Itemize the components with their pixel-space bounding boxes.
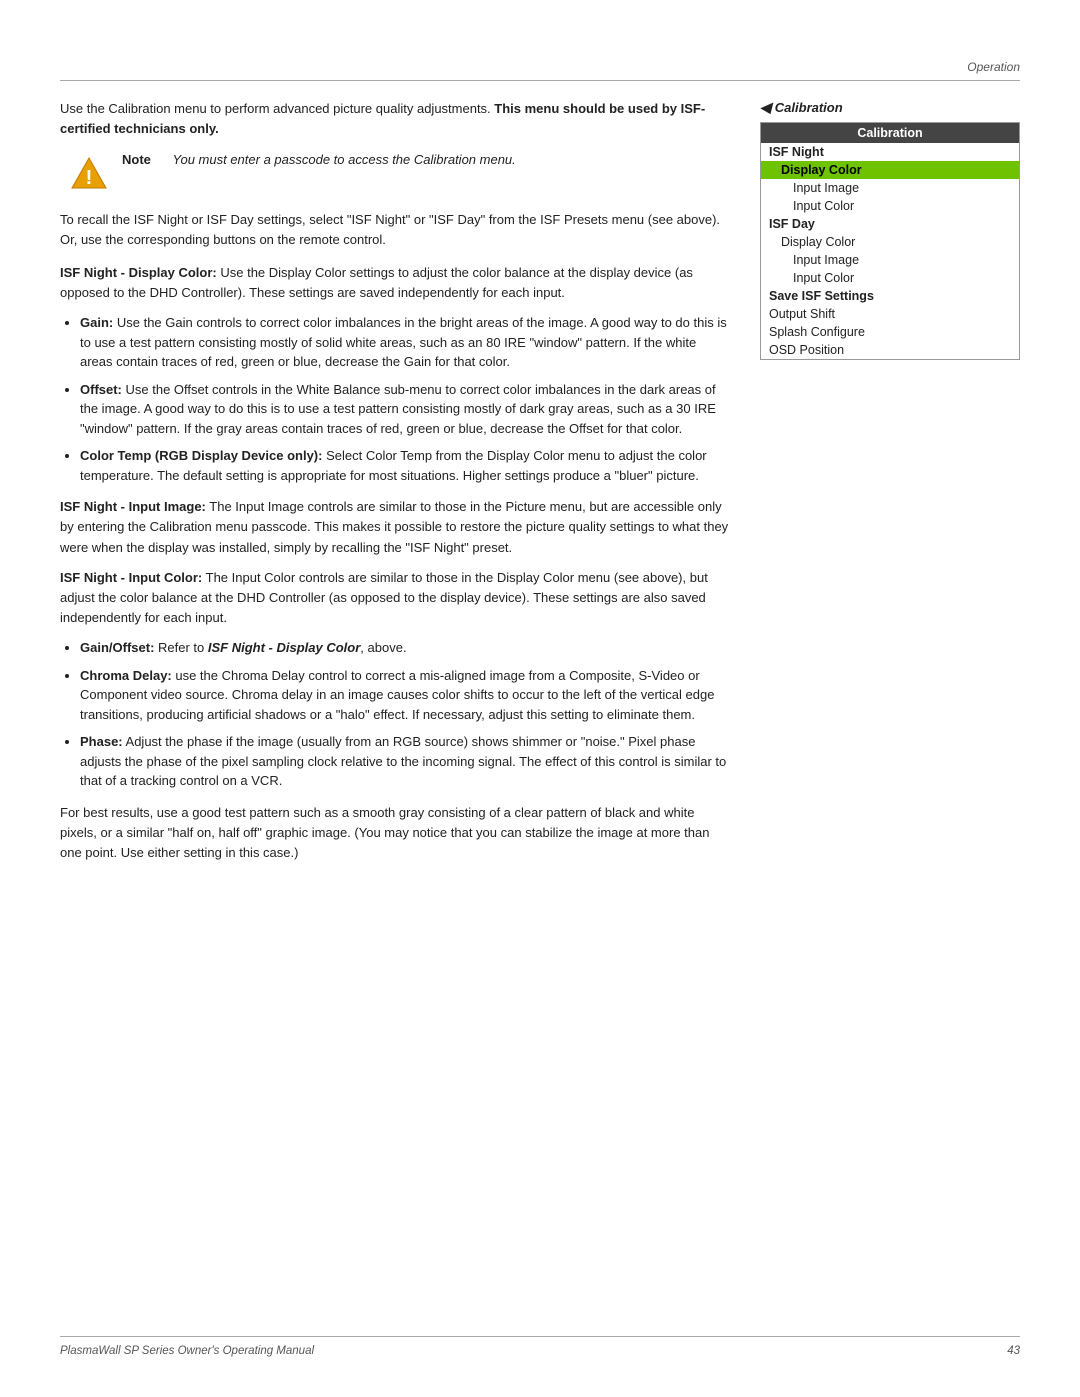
isf-night-display-color-title: ISF Night - Display Color: bbox=[60, 265, 217, 280]
input-color-bullet-list: Gain/Offset: Refer to ISF Night - Displa… bbox=[80, 638, 730, 791]
intro-paragraph: Use the Calibration menu to perform adva… bbox=[60, 99, 730, 138]
menu-item-save-isf-label: Save ISF Settings bbox=[769, 289, 874, 303]
bullet-gain-offset-label: Gain/Offset: bbox=[80, 640, 154, 655]
section-header: Operation bbox=[60, 60, 1020, 74]
menu-item-splash-configure-label: Splash Configure bbox=[769, 325, 865, 339]
note-label-area: Note You must enter a passcode to access… bbox=[122, 152, 516, 167]
page: Operation Use the Calibration menu to pe… bbox=[0, 0, 1080, 1397]
menu-item-osd-position-label: OSD Position bbox=[769, 343, 844, 357]
menu-item-isf-night-label: ISF Night bbox=[769, 145, 824, 159]
warning-icon: ! bbox=[70, 154, 108, 192]
menu-title-text: Calibration bbox=[857, 126, 922, 140]
bullet-gain-label: Gain: bbox=[80, 315, 113, 330]
bullet-color-temp: Color Temp (RGB Display Device only): Se… bbox=[80, 446, 730, 485]
bullet-chroma-delay-text: use the Chroma Delay control to correct … bbox=[80, 668, 714, 722]
calibration-back-label: ◀ Calibration bbox=[760, 99, 1020, 116]
footer-page-number: 43 bbox=[1007, 1345, 1020, 1357]
display-color-bullet-list: Gain: Use the Gain controls to correct c… bbox=[80, 313, 730, 485]
intro-text-normal: Use the Calibration menu to perform adva… bbox=[60, 101, 494, 116]
footer-left-text: PlasmaWall SP Series Owner's Operating M… bbox=[60, 1345, 314, 1357]
recall-text: To recall the ISF Night or ISF Day setti… bbox=[60, 212, 720, 247]
top-rule bbox=[60, 80, 1020, 81]
menu-item-save-isf[interactable]: Save ISF Settings bbox=[761, 287, 1019, 305]
menu-item-output-shift[interactable]: Output Shift bbox=[761, 305, 1019, 323]
menu-item-input-color-night-label: Input Color bbox=[793, 199, 854, 213]
menu-item-osd-position[interactable]: OSD Position bbox=[761, 341, 1019, 359]
isf-night-input-image-title: ISF Night - Input Image: bbox=[60, 499, 206, 514]
menu-item-input-image-day[interactable]: Input Image bbox=[761, 251, 1019, 269]
bullet-gain-text: Use the Gain controls to correct color i… bbox=[80, 315, 727, 369]
svg-text:!: ! bbox=[86, 167, 93, 189]
bullet-phase-text: Adjust the phase if the image (usually f… bbox=[80, 734, 726, 788]
menu-item-display-color-day-label: Display Color bbox=[781, 235, 855, 249]
header-section-label: Operation bbox=[967, 60, 1020, 74]
bullet-phase: Phase: Adjust the phase if the image (us… bbox=[80, 732, 730, 791]
menu-item-isf-day[interactable]: ISF Day bbox=[761, 215, 1019, 233]
bullet-gain-offset-ref: ISF Night - Display Color bbox=[208, 640, 360, 655]
bullet-gain-offset-text2: , above. bbox=[360, 640, 406, 655]
isf-night-input-image-para: ISF Night - Input Image: The Input Image… bbox=[60, 497, 730, 557]
menu-item-isf-day-label: ISF Day bbox=[769, 217, 815, 231]
calibration-sidebar-title: Calibration bbox=[775, 100, 843, 115]
menu-item-display-color-night-label: Display Color bbox=[781, 163, 862, 177]
content-area: Use the Calibration menu to perform adva… bbox=[60, 99, 1020, 873]
bullet-gain: Gain: Use the Gain controls to correct c… bbox=[80, 313, 730, 372]
sidebar-column: ◀ Calibration Calibration ISF Night Disp… bbox=[760, 99, 1020, 873]
note-label: Note bbox=[122, 152, 151, 167]
bullet-gain-offset: Gain/Offset: Refer to ISF Night - Displa… bbox=[80, 638, 730, 658]
menu-item-input-color-night[interactable]: Input Color bbox=[761, 197, 1019, 215]
note-text: You must enter a passcode to access the … bbox=[173, 152, 516, 167]
page-footer: PlasmaWall SP Series Owner's Operating M… bbox=[60, 1336, 1020, 1357]
menu-item-output-shift-label: Output Shift bbox=[769, 307, 835, 321]
menu-item-input-color-day[interactable]: Input Color bbox=[761, 269, 1019, 287]
menu-item-display-color-night[interactable]: Display Color bbox=[761, 161, 1019, 179]
menu-item-input-color-day-label: Input Color bbox=[793, 271, 854, 285]
note-box: ! Note You must enter a passcode to acce… bbox=[70, 152, 730, 192]
isf-night-display-color-para: ISF Night - Display Color: Use the Displ… bbox=[60, 263, 730, 303]
menu-header: Calibration bbox=[761, 123, 1019, 143]
best-results-paragraph: For best results, use a good test patter… bbox=[60, 803, 730, 863]
menu-item-display-color-day[interactable]: Display Color bbox=[761, 233, 1019, 251]
bullet-offset: Offset: Use the Offset controls in the W… bbox=[80, 380, 730, 439]
isf-night-input-color-para: ISF Night - Input Color: The Input Color… bbox=[60, 568, 730, 628]
bullet-offset-text: Use the Offset controls in the White Bal… bbox=[80, 382, 716, 436]
menu-item-input-image-night[interactable]: Input Image bbox=[761, 179, 1019, 197]
menu-item-splash-configure[interactable]: Splash Configure bbox=[761, 323, 1019, 341]
menu-item-isf-night[interactable]: ISF Night bbox=[761, 143, 1019, 161]
bullet-color-temp-label: Color Temp (RGB Display Device only): bbox=[80, 448, 322, 463]
note-body: You must enter a passcode to access the … bbox=[173, 152, 516, 167]
calibration-menu: Calibration ISF Night Display Color Inpu… bbox=[760, 122, 1020, 360]
menu-item-input-image-day-label: Input Image bbox=[793, 253, 859, 267]
bullet-offset-label: Offset: bbox=[80, 382, 122, 397]
menu-item-input-image-night-label: Input Image bbox=[793, 181, 859, 195]
best-results-text: For best results, use a good test patter… bbox=[60, 805, 709, 860]
bullet-chroma-delay-label: Chroma Delay: bbox=[80, 668, 172, 683]
bullet-chroma-delay: Chroma Delay: use the Chroma Delay contr… bbox=[80, 666, 730, 725]
bullet-gain-offset-text: Refer to bbox=[158, 640, 208, 655]
back-arrow-icon: ◀ bbox=[760, 99, 771, 116]
isf-night-input-color-title: ISF Night - Input Color: bbox=[60, 570, 202, 585]
recall-paragraph: To recall the ISF Night or ISF Day setti… bbox=[60, 210, 730, 249]
main-column: Use the Calibration menu to perform adva… bbox=[60, 99, 730, 873]
bullet-phase-label: Phase: bbox=[80, 734, 123, 749]
